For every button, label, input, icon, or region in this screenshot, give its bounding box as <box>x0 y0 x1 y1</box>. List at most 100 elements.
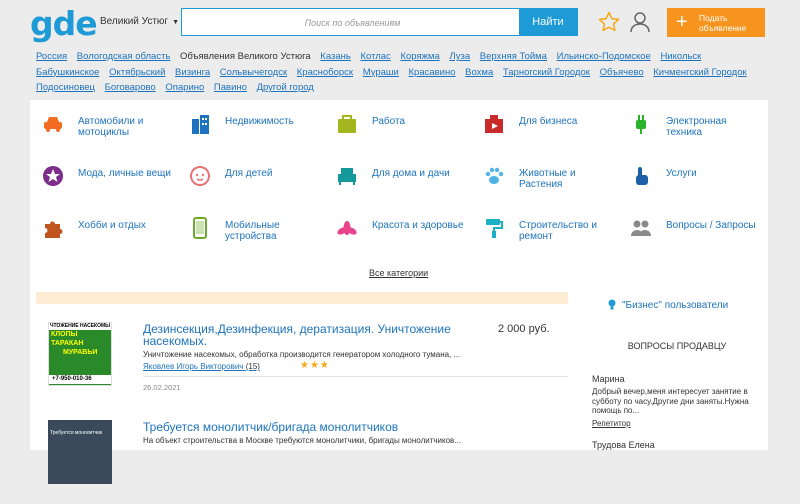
listing-date: 26.02.2021 <box>143 383 181 392</box>
thumb-text: КЛОПЫ ТАРАКАН <box>49 330 111 348</box>
content-area: ЧТОЖЕНИЕ НАСЕКОМЫ КЛОПЫ ТАРАКАН МУРАВЬИ … <box>30 286 768 484</box>
category-item[interactable]: Для дома и дачи <box>324 152 471 192</box>
category-label: Электронная техника <box>666 116 727 138</box>
category-item[interactable]: Автомобили и мотоциклы <box>30 100 177 140</box>
city-link[interactable]: Коряжма <box>400 51 439 62</box>
category-item[interactable]: Для детей <box>177 152 324 192</box>
business-icon <box>485 115 503 133</box>
listing-item[interactable]: ЧТОЖЕНИЕ НАСЕКОМЫ КЛОПЫ ТАРАКАН МУРАВЬИ … <box>36 316 568 406</box>
city-link[interactable]: Другой город <box>257 82 314 93</box>
city-link[interactable]: Верхняя Тойма <box>480 51 547 62</box>
category-label: Услуги <box>666 168 697 179</box>
armchair-icon <box>338 168 356 185</box>
city-link[interactable]: Красавино <box>409 67 456 78</box>
header: gde Великий Устюг▼ Найти + Податьобъявле… <box>0 0 800 48</box>
building-icon <box>192 115 209 134</box>
thumb-text: Требуется монолитчик <box>50 430 103 436</box>
city-link[interactable]: Бабушкинское <box>36 67 99 78</box>
city-link[interactable]: Россия <box>36 51 67 62</box>
category-label: Недвижимость <box>225 116 294 127</box>
category-item[interactable]: Красота и здоровье <box>324 204 471 244</box>
city-link[interactable]: Сольвычегодск <box>220 67 287 78</box>
questions-header: ВОПРОСЫ ПРОДАВЦУ <box>627 341 727 351</box>
category-item[interactable]: Мобильные устройства <box>177 204 324 244</box>
listing-item[interactable]: Требуется монолитчик Требуется монолитчи… <box>36 414 568 504</box>
paint-roller-icon <box>486 219 503 238</box>
thumb-image <box>49 357 111 375</box>
search-input[interactable] <box>182 9 523 37</box>
listing-title[interactable]: Дезинсекция,Дезинфекция, дератизация. Ун… <box>143 323 473 347</box>
category-item[interactable]: Работа <box>324 100 471 140</box>
city-link[interactable]: Ильинско-Подомское <box>557 51 651 62</box>
question-author: Трудова Елена <box>592 440 655 450</box>
all-categories-link[interactable]: Все категории <box>369 268 428 278</box>
category-label: Животные и Растения <box>519 168 576 190</box>
city-selector[interactable]: Великий Устюг ▼ <box>100 16 179 27</box>
briefcase-icon <box>338 115 356 133</box>
city-link[interactable]: Котлас <box>360 51 390 62</box>
listing-thumbnail[interactable]: ЧТОЖЕНИЕ НАСЕКОМЫ КЛОПЫ ТАРАКАН МУРАВЬИ … <box>48 322 112 386</box>
category-item[interactable]: Хобби и отдых <box>30 204 177 244</box>
category-label: Хобби и отдых <box>78 220 146 231</box>
category-label: Мода, личные вещи <box>78 168 171 179</box>
star-icon[interactable] <box>597 10 621 34</box>
logo[interactable]: gde <box>30 6 98 42</box>
category-item[interactable]: Строительство и ремонт <box>471 204 618 244</box>
mobile-icon <box>193 217 207 239</box>
post-ad-line1: Подать <box>699 13 728 23</box>
city-link[interactable]: Объячево <box>600 67 644 78</box>
thumb-text: ЧТОЖЕНИЕ НАСЕКОМЫ <box>49 323 111 330</box>
city-link[interactable]: Опарино <box>165 82 204 93</box>
city-link[interactable]: Никольск <box>660 51 701 62</box>
city-links: Россия Вологодская область Объявления Ве… <box>36 49 776 96</box>
business-users-link[interactable]: "Бизнес" пользователи <box>622 300 728 311</box>
rating-count: (15) <box>245 362 260 371</box>
categories-panel: Все категории Автомобили и мотоциклы Недв… <box>30 100 768 286</box>
city-link[interactable]: Тарногский Городок <box>503 67 590 78</box>
city-link[interactable]: Визинга <box>175 67 210 78</box>
listing-description: Уничтожение насекомых, обработка произво… <box>143 350 461 359</box>
category-item[interactable]: Для бизнеса <box>471 100 618 140</box>
category-label: Красота и здоровье <box>372 220 464 231</box>
category-label: Для детей <box>225 168 273 179</box>
category-item[interactable]: Недвижимость <box>177 100 324 140</box>
plus-icon: + <box>676 11 688 33</box>
city-link[interactable]: Казань <box>320 51 351 62</box>
listing-price: 2 000 руб. <box>498 323 550 335</box>
listing-title[interactable]: Требуется монолитчик/бригада монолитчико… <box>143 421 473 433</box>
fashion-icon <box>43 166 63 186</box>
city-link[interactable]: Луза <box>449 51 470 62</box>
category-item[interactable]: Вопросы / Запросы <box>618 204 765 244</box>
city-link[interactable]: Подосиновец <box>36 82 95 93</box>
plug-icon <box>636 115 646 134</box>
chevron-down-icon: ▼ <box>172 19 179 26</box>
category-label: Для дома и дачи <box>372 168 450 179</box>
city-link[interactable]: Красноборск <box>297 67 353 78</box>
lotus-icon <box>337 221 357 235</box>
thumb-text: +7-950-010-36 <box>49 375 111 384</box>
sidebar: "Бизнес" пользователи ВОПРОСЫ ПРОДАВЦУ М… <box>586 286 768 450</box>
city-link[interactable]: Вологодская область <box>77 51 171 62</box>
search-button[interactable]: Найти <box>519 9 577 35</box>
category-item[interactable]: Животные и Растения <box>471 152 618 192</box>
category-item[interactable]: Услуги <box>618 152 765 192</box>
question-topic-link[interactable]: Репетитор <box>592 419 631 428</box>
city-link[interactable]: Мураши <box>363 67 399 78</box>
category-item[interactable]: Электронная техника <box>618 100 765 140</box>
city-link[interactable]: Павино <box>214 82 247 93</box>
city-link[interactable]: Вохма <box>465 67 493 78</box>
thumb-text: МУРАВЬИ <box>49 348 111 357</box>
category-label: Автомобили и мотоциклы <box>78 116 144 138</box>
post-ad-button[interactable]: + Подать объявление <box>667 8 765 37</box>
city-link[interactable]: Боговарово <box>105 82 156 93</box>
question-author: Марина <box>592 374 625 384</box>
hand-pointer-icon <box>636 167 648 185</box>
category-item[interactable]: Мода, личные вещи <box>30 152 177 192</box>
listing-thumbnail[interactable]: Требуется монолитчик <box>48 420 112 484</box>
category-label: Мобильные устройства <box>225 220 280 242</box>
user-icon[interactable] <box>628 10 652 34</box>
seller-link[interactable]: Яковлев Игорь Викторович <box>143 362 243 371</box>
paw-icon <box>485 167 504 184</box>
city-link[interactable]: Кичменгский Городок <box>653 67 746 78</box>
city-link[interactable]: Октябрьский <box>109 67 165 78</box>
